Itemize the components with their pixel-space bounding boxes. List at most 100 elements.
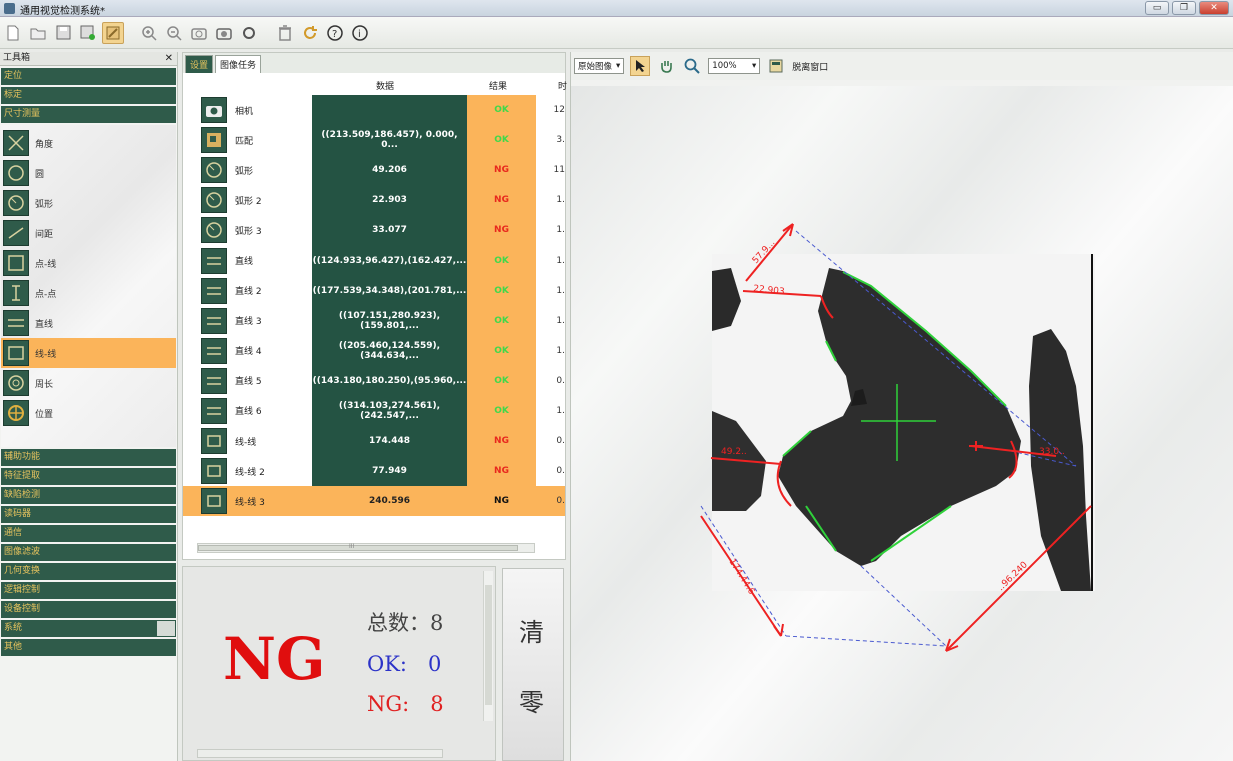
scrollbar-thumb[interactable]: III [198, 543, 518, 551]
category-comm[interactable]: 通信 [1, 525, 176, 542]
image-canvas[interactable]: 57.9... 22.903 49.2.. 33.0.. 174.44.6 ..… [571, 86, 1233, 761]
zoom-select[interactable]: 100% ▾ [708, 58, 761, 74]
arc-icon [201, 217, 227, 244]
tool-point-line[interactable]: 点-线 [1, 248, 176, 278]
magnifier-icon[interactable] [682, 56, 702, 76]
hand-icon[interactable] [656, 56, 676, 76]
table-horizontal-scrollbar[interactable]: III [197, 543, 535, 553]
category-measure[interactable]: 尺寸测量 [1, 106, 176, 123]
line-icon [201, 367, 227, 394]
chevron-down-icon: ▾ [752, 61, 757, 71]
tool-angle[interactable]: 角度 [1, 128, 176, 158]
measure-label: 33.0.. [1039, 447, 1065, 457]
tool-position[interactable]: 位置 [1, 398, 176, 428]
table-row[interactable]: 弧形 49.206 NG 11 [183, 155, 565, 186]
overall-result: NG [223, 625, 326, 693]
table-row[interactable]: 直线 3 ((107.151,280.923),(159.801,... OK … [183, 305, 565, 336]
table-row[interactable]: 直线 5 ((143.180,180.250),(95.960,... OK 0… [183, 365, 565, 396]
table-header: 数据 结果 时 [183, 73, 567, 95]
help-icon[interactable]: ? [324, 22, 346, 44]
table-row[interactable]: 直线 6 ((314.103,274.561),(242.547,... OK … [183, 395, 565, 427]
category-filter[interactable]: 图像滤波 [1, 544, 176, 561]
table-row[interactable]: 弧形 2 22.903 NG 1. [183, 185, 565, 216]
category-geometry[interactable]: 几何变换 [1, 563, 176, 580]
stats-horizontal-scrollbar[interactable] [197, 749, 443, 758]
category-defect[interactable]: 缺陷检测 [1, 487, 176, 504]
column-header-data[interactable]: 数据 [376, 79, 394, 92]
camera-shoot-icon[interactable] [213, 22, 235, 44]
category-other[interactable]: 其他 [1, 639, 176, 656]
pointer-icon[interactable] [630, 56, 651, 76]
line-icon [3, 310, 29, 336]
settings-icon[interactable] [238, 22, 260, 44]
line-icon [201, 397, 227, 424]
camera-icon[interactable] [188, 22, 210, 44]
window-title: 通用视觉检测系统* [20, 6, 105, 17]
perimeter-icon [3, 370, 29, 396]
statistics-panel: NG 总数：8 OK: 0 NG: 8 [182, 566, 496, 761]
tool-point-point[interactable]: 点-点 [1, 278, 176, 308]
close-button[interactable]: ✕ [1199, 1, 1229, 15]
line-line-icon [201, 488, 227, 515]
tool-circle[interactable]: 圆 [1, 158, 176, 188]
circle-icon [3, 160, 29, 186]
category-device[interactable]: 设备控制 [1, 601, 176, 618]
line-icon [201, 307, 227, 334]
zoom-in-icon[interactable] [138, 22, 160, 44]
total-count: 总数：8 [367, 611, 444, 635]
line-line-icon [201, 458, 227, 485]
column-header-time[interactable]: 时 [558, 79, 567, 92]
measure-label: 49.2.. [721, 447, 747, 457]
category-assist[interactable]: 辅助功能 [1, 449, 176, 466]
table-row[interactable]: 直线 2 ((177.539,34.348),(201.781,... OK 1… [183, 275, 565, 306]
distance-icon [3, 220, 29, 246]
category-calibrate[interactable]: 标定 [1, 87, 176, 104]
line-line-icon [201, 428, 227, 455]
data-tabs: 设置 图像任务 [183, 53, 565, 73]
stats-vertical-scrollbar[interactable] [483, 571, 493, 721]
tool-arc[interactable]: 弧形 [1, 188, 176, 218]
ok-count: OK: 0 [367, 652, 442, 676]
clear-counter-button[interactable]: 清 零 [502, 568, 564, 761]
trash-icon[interactable] [274, 22, 296, 44]
tab-image-task[interactable]: 图像任务 [215, 55, 262, 73]
tab-settings[interactable]: 设置 [185, 55, 214, 73]
table-row-selected[interactable]: 线-线 3 240.596 NG 0. [183, 486, 565, 517]
line-icon [201, 277, 227, 304]
toolbox-close-icon[interactable]: ✕ [165, 52, 173, 65]
category-logic[interactable]: 逻辑控制 [1, 582, 176, 599]
category-system[interactable]: 系统 [1, 620, 176, 637]
category-locate[interactable]: 定位 [1, 68, 176, 85]
restore-button[interactable]: ❐ [1172, 1, 1196, 15]
category-feature[interactable]: 特征提取 [1, 468, 176, 485]
toolbox-icon[interactable] [102, 21, 124, 44]
ng-count: NG: 8 [367, 692, 444, 716]
table-row[interactable]: 直线 ((124.933,96.427),(162.427,... OK 1. [183, 245, 565, 276]
point-point-icon [3, 280, 29, 306]
info-icon[interactable]: i [349, 22, 371, 44]
open-folder-icon[interactable] [27, 22, 49, 44]
zoom-out-icon[interactable] [163, 22, 185, 44]
image-source-select[interactable]: 原始图像 ▾ [574, 58, 625, 74]
table-row[interactable]: 线-线 2 77.949 NG 0. [183, 456, 565, 487]
new-file-icon[interactable] [2, 22, 24, 44]
table-row[interactable]: 直线 4 ((205.460,124.559),(344.634,... OK … [183, 335, 565, 366]
refresh-icon[interactable] [299, 22, 321, 44]
scrollbar-thumb[interactable] [485, 585, 492, 705]
table-row[interactable]: 相机 OK 12 [183, 95, 565, 126]
tool-distance[interactable]: 间距 [1, 218, 176, 248]
column-header-result[interactable]: 结果 [489, 79, 507, 92]
float-window-label[interactable]: 脱离窗口 [792, 60, 828, 73]
save-icon[interactable] [52, 22, 74, 44]
table-row[interactable]: 弧形 3 33.077 NG 1. [183, 215, 565, 246]
tool-line-line[interactable]: 线-线 [1, 338, 176, 368]
table-row[interactable]: 匹配 ((213.509,186.457), 0.000, 0... OK 3. [183, 125, 565, 156]
minimize-button[interactable]: ▭ [1145, 1, 1169, 15]
tool-line[interactable]: 直线 [1, 308, 176, 338]
toolbox-header: 工具箱 ✕ [0, 52, 177, 66]
table-row[interactable]: 线-线 174.448 NG 0. [183, 426, 565, 457]
tool-perimeter[interactable]: 周长 [1, 368, 176, 398]
category-reader[interactable]: 读码器 [1, 506, 176, 523]
float-window-icon[interactable] [766, 56, 786, 76]
save-as-icon[interactable] [77, 22, 99, 44]
